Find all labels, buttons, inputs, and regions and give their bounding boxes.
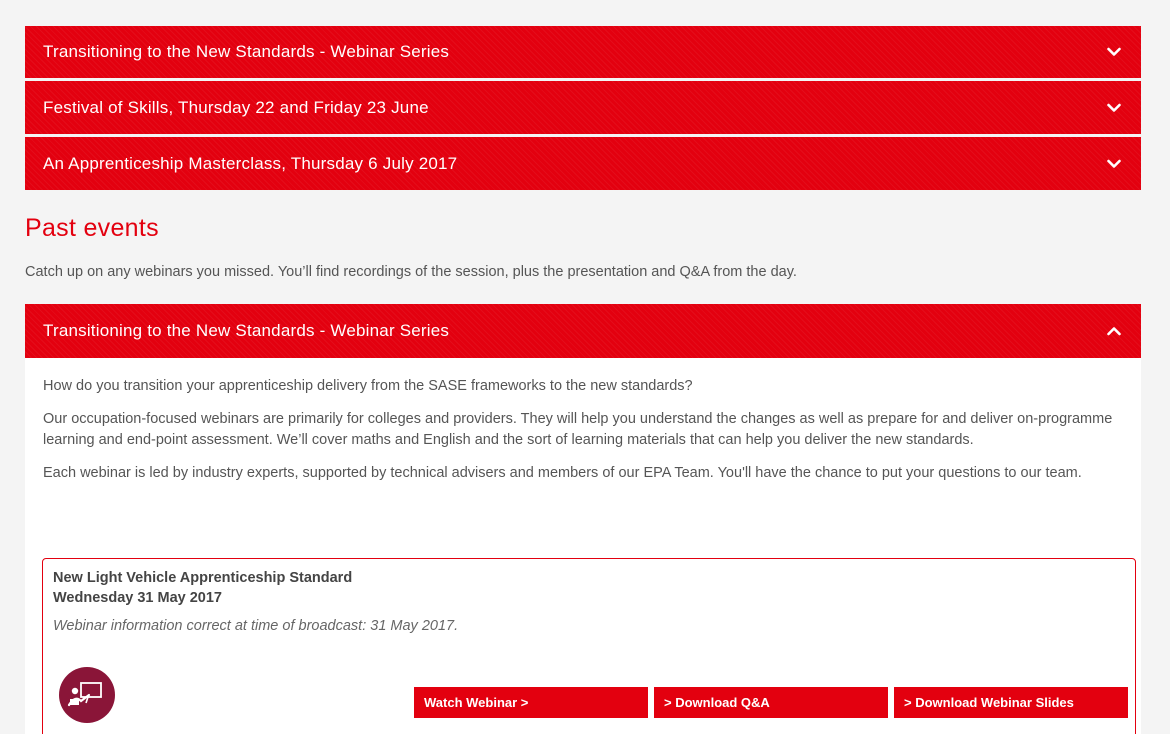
chevron-up-icon[interactable] — [1107, 326, 1121, 336]
panel-paragraph: Our occupation-focused webinars are prim… — [43, 411, 1113, 448]
past-events-intro: Catch up on any webinars you missed. You… — [25, 264, 797, 280]
download-qa-button[interactable]: > Download Q&A — [654, 687, 888, 718]
page: Transitioning to the New Standards - Web… — [0, 0, 1170, 734]
chevron-down-icon[interactable] — [1107, 159, 1121, 169]
panel-paragraph: Each webinar is led by industry experts,… — [43, 465, 1082, 481]
download-slides-button[interactable]: > Download Webinar Slides — [894, 687, 1128, 718]
webinar-date: Wednesday 31 May 2017 — [53, 590, 222, 606]
accordion-item-transitioning[interactable]: Transitioning to the New Standards - Web… — [25, 26, 1141, 78]
accordion-item-title: An Apprenticeship Masterclass, Thursday … — [43, 153, 458, 173]
accordion-item-festival-of-skills[interactable]: Festival of Skills, Thursday 22 and Frid… — [25, 81, 1141, 134]
webinar-card: New Light Vehicle Apprenticeship Standar… — [42, 558, 1136, 734]
accordion-item-title: Transitioning to the New Standards - Web… — [43, 321, 450, 340]
panel-paragraph: How do you transition your apprenticeshi… — [43, 378, 693, 394]
chevron-down-icon[interactable] — [1107, 47, 1121, 57]
accordion-item-masterclass[interactable]: An Apprenticeship Masterclass, Thursday … — [25, 137, 1141, 190]
chevron-down-icon[interactable] — [1107, 103, 1121, 113]
accordion-item-title: Festival of Skills, Thursday 22 and Frid… — [43, 97, 429, 117]
presentation-icon — [59, 667, 115, 723]
watch-webinar-button[interactable]: Watch Webinar > — [414, 687, 648, 718]
past-events-heading: Past events — [25, 214, 159, 242]
webinar-note: Webinar information correct at time of b… — [53, 618, 459, 634]
accordion-item-title: Transitioning to the New Standards - Web… — [43, 42, 450, 61]
webinar-title: New Light Vehicle Apprenticeship Standar… — [53, 570, 353, 586]
accordion-item-transitioning-open[interactable]: Transitioning to the New Standards - Web… — [25, 304, 1141, 358]
accordion-panel: How do you transition your apprenticeshi… — [25, 358, 1141, 734]
